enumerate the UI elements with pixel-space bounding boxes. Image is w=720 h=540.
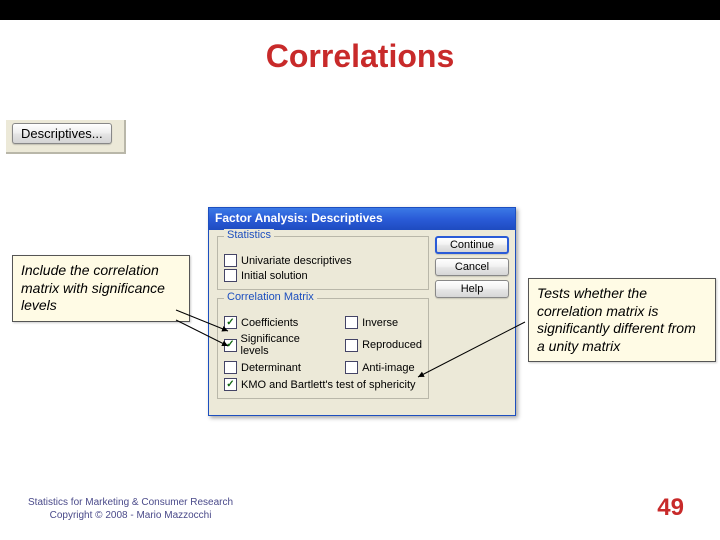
checkbox-coefficients[interactable]: Coefficients xyxy=(224,315,327,330)
checkbox-determinant[interactable]: Determinant xyxy=(224,360,327,375)
checkbox-icon xyxy=(224,269,237,282)
checkbox-icon xyxy=(224,361,237,374)
continue-button[interactable]: Continue xyxy=(435,236,509,254)
checkbox-icon xyxy=(345,339,358,352)
footer-line2: Copyright © 2008 - Mario Mazzocchi xyxy=(28,509,233,522)
checkbox-label: Determinant xyxy=(241,362,301,374)
checkbox-label: Reproduced xyxy=(362,339,422,351)
help-button[interactable]: Help xyxy=(435,280,509,298)
slide-number: 49 xyxy=(657,494,684,522)
checkbox-icon xyxy=(345,316,358,329)
callout-include-correlation: Include the correlation matrix with sign… xyxy=(12,255,190,322)
checkbox-icon xyxy=(224,316,237,329)
checkbox-icon xyxy=(224,378,237,391)
cancel-button[interactable]: Cancel xyxy=(435,258,509,276)
dialog-titlebar: Factor Analysis: Descriptives xyxy=(209,208,515,230)
checkbox-anti-image[interactable]: Anti-image xyxy=(345,360,422,375)
footer-line1: Statistics for Marketing & Consumer Rese… xyxy=(28,496,233,509)
checkbox-icon xyxy=(224,254,237,267)
spss-dialog-factor-descriptives: Factor Analysis: Descriptives Statistics… xyxy=(208,207,516,416)
checkbox-label: Coefficients xyxy=(241,317,298,329)
checkbox-label: Inverse xyxy=(362,317,398,329)
checkbox-label: Univariate descriptives xyxy=(241,255,352,267)
checkbox-inverse[interactable]: Inverse xyxy=(345,315,422,330)
group-statistics-label: Statistics xyxy=(224,229,274,241)
dialog-body: Statistics Univariate descriptives Initi… xyxy=(209,230,515,415)
checkbox-icon xyxy=(345,361,358,374)
dialog-button-column: Continue Cancel Help xyxy=(435,236,509,407)
callout-kmo-bartlett: Tests whether the correlation matrix is … xyxy=(528,278,716,362)
group-statistics: Statistics Univariate descriptives Initi… xyxy=(217,236,429,290)
slide-title: Correlations xyxy=(0,38,720,75)
group-correlation-matrix-label: Correlation Matrix xyxy=(224,291,317,303)
group-correlation-matrix: Correlation Matrix Coefficients Inverse xyxy=(217,298,429,399)
footer-credit: Statistics for Marketing & Consumer Rese… xyxy=(28,496,233,522)
descriptives-button[interactable]: Descriptives... xyxy=(12,123,112,144)
checkbox-label: Significance levels xyxy=(241,333,328,357)
checkbox-label: Initial solution xyxy=(241,270,308,282)
checkbox-icon xyxy=(224,339,237,352)
checkbox-label: KMO and Bartlett's test of sphericity xyxy=(241,379,416,391)
checkbox-initial-solution[interactable]: Initial solution xyxy=(224,268,422,283)
checkbox-univariate-descriptives[interactable]: Univariate descriptives xyxy=(224,253,422,268)
checkbox-label: Anti-image xyxy=(362,362,415,374)
checkbox-significance-levels[interactable]: Significance levels xyxy=(224,332,327,358)
checkbox-kmo-bartlett[interactable]: KMO and Bartlett's test of sphericity xyxy=(224,377,422,392)
checkbox-reproduced[interactable]: Reproduced xyxy=(345,332,422,358)
descriptives-button-screenshot: Descriptives... xyxy=(6,120,126,154)
